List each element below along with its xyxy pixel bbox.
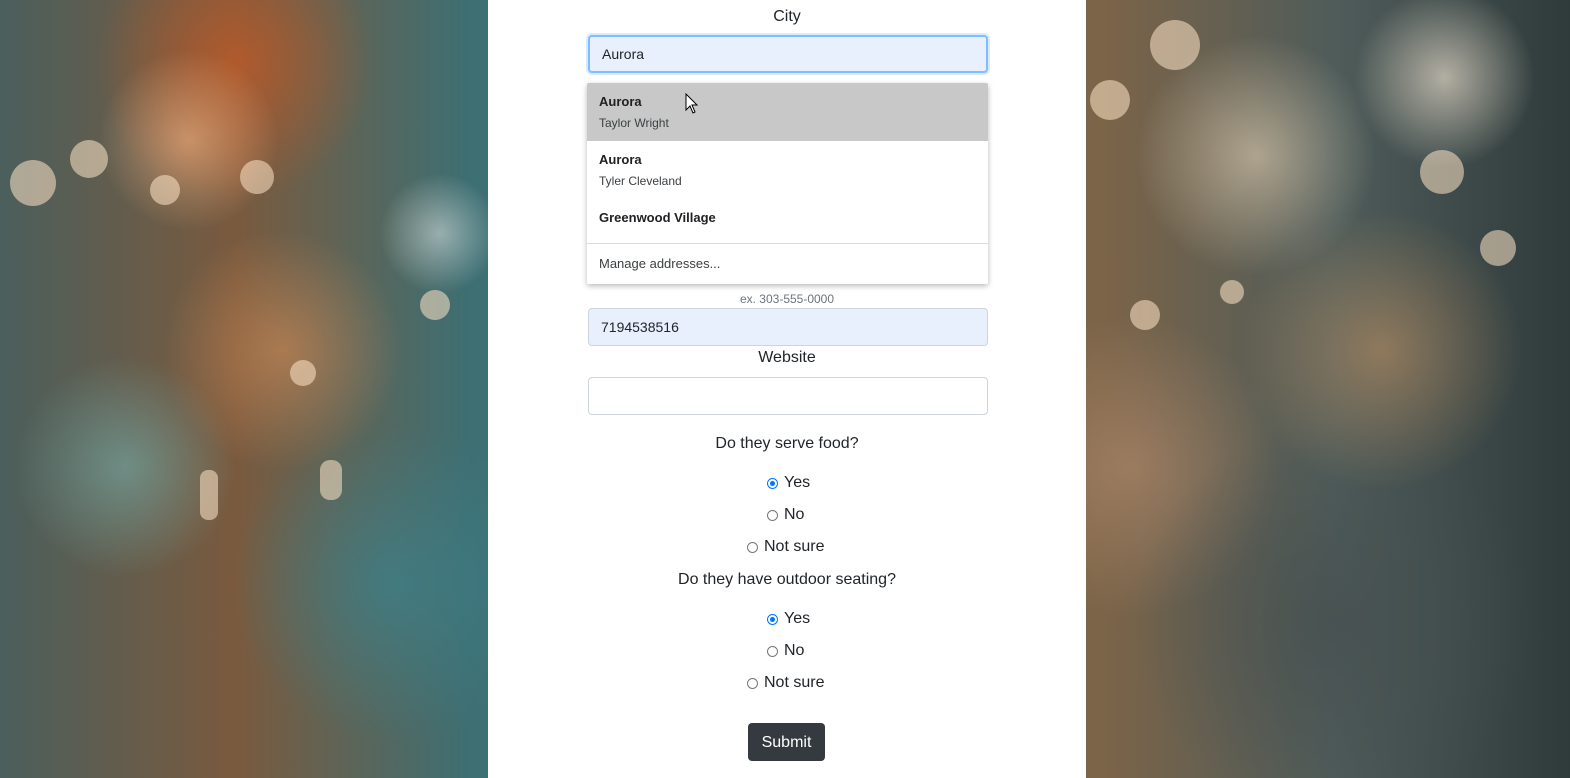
food-question-label: Do they serve food? xyxy=(715,435,859,452)
autocomplete-item-subtitle: Taylor Wright xyxy=(599,116,669,130)
radio-icon[interactable] xyxy=(767,645,778,657)
food-not-sure-option[interactable]: Not sure xyxy=(747,538,824,556)
outdoor-not-sure-option[interactable]: Not sure xyxy=(747,674,824,692)
manage-addresses-link[interactable]: Manage addresses... xyxy=(599,256,720,271)
autocomplete-item-title: Greenwood Village xyxy=(599,210,716,225)
radio-label: No xyxy=(784,506,805,523)
radio-icon[interactable] xyxy=(767,509,778,521)
autocomplete-item[interactable]: Greenwood Village xyxy=(587,199,988,243)
food-yes-option[interactable]: Yes xyxy=(767,474,810,492)
autocomplete-item[interactable]: Aurora Taylor Wright xyxy=(587,83,988,141)
radio-label: Not sure xyxy=(764,674,825,691)
radio-label: No xyxy=(784,642,805,659)
city-input[interactable]: Aurora xyxy=(588,35,988,73)
autocomplete-item-title: Aurora xyxy=(599,94,642,109)
autocomplete-dropdown: Aurora Taylor Wright Aurora Tyler Clevel… xyxy=(587,83,988,284)
radio-icon[interactable] xyxy=(747,677,758,689)
radio-label: Yes xyxy=(784,610,811,627)
phone-hint: ex. 303-555-0000 xyxy=(739,292,835,306)
outdoor-no-option[interactable]: No xyxy=(767,642,804,660)
radio-icon[interactable] xyxy=(747,541,758,553)
outdoor-yes-option[interactable]: Yes xyxy=(767,610,810,628)
form-panel: City Aurora Aurora Taylor Wright Aurora … xyxy=(488,0,1086,778)
autocomplete-item-title: Aurora xyxy=(599,152,642,167)
phone-input[interactable]: 7194538516 xyxy=(588,308,988,346)
radio-icon[interactable] xyxy=(767,613,778,625)
mouse-cursor-icon xyxy=(685,93,699,114)
radio-label: Yes xyxy=(784,474,811,491)
submit-button[interactable]: Submit xyxy=(748,723,825,761)
outdoor-question-label: Do they have outdoor seating? xyxy=(678,571,896,588)
website-label: Website xyxy=(758,349,816,366)
autocomplete-item-subtitle: Tyler Cleveland xyxy=(599,174,682,188)
dropdown-divider xyxy=(587,243,988,244)
radio-icon[interactable] xyxy=(767,477,778,489)
food-no-option[interactable]: No xyxy=(767,506,804,524)
website-input[interactable] xyxy=(588,377,988,415)
city-label: City xyxy=(773,8,801,25)
autocomplete-item[interactable]: Aurora Tyler Cleveland xyxy=(587,141,988,199)
radio-label: Not sure xyxy=(764,538,825,555)
